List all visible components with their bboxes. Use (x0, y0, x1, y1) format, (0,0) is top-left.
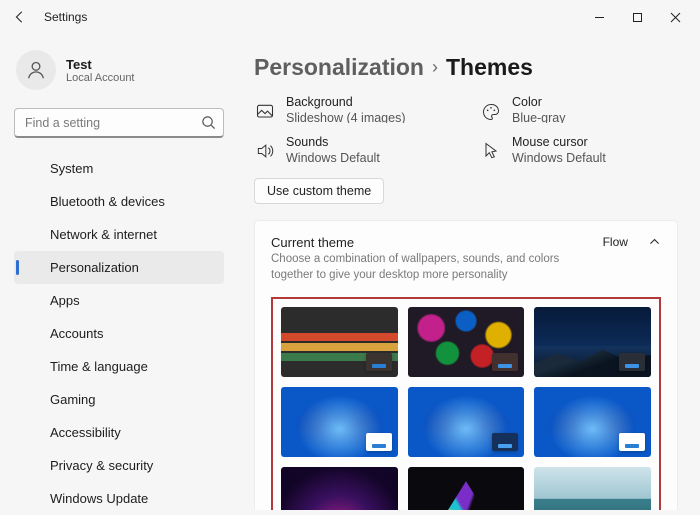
theme-option[interactable] (281, 387, 398, 457)
nav-accounts[interactable]: Accounts (14, 317, 224, 350)
breadcrumb: Personalization › Themes (254, 54, 678, 81)
nav-network[interactable]: Network & internet (14, 218, 224, 251)
theme-option[interactable] (534, 387, 651, 457)
summary-mouse[interactable]: Mouse cursorWindows Default (480, 135, 678, 166)
person-icon (25, 59, 47, 81)
summary-background[interactable]: BackgroundSlideshow (4 images) (254, 95, 452, 123)
theme-grid-highlight (271, 297, 661, 510)
chevron-up-icon (648, 235, 661, 249)
breadcrumb-current: Themes (446, 54, 533, 81)
picture-icon (255, 102, 275, 122)
use-custom-theme-button[interactable]: Use custom theme (254, 178, 384, 204)
palette-icon (481, 102, 501, 122)
theme-option[interactable] (408, 307, 525, 377)
account-sub: Local Account (66, 72, 135, 84)
maximize-icon (632, 12, 643, 23)
account-name: Test (66, 57, 135, 72)
search-icon (201, 115, 216, 130)
nav-bluetooth[interactable]: Bluetooth & devices (14, 185, 224, 218)
main: Personalization › Themes BackgroundSlide… (238, 34, 700, 510)
avatar (16, 50, 56, 90)
nav: System Bluetooth & devices Network & int… (14, 152, 224, 515)
back-button[interactable] (6, 3, 34, 31)
window-title: Settings (44, 10, 87, 24)
theme-option[interactable] (408, 467, 525, 510)
nav-time[interactable]: Time & language (14, 350, 224, 383)
selected-theme-name: Flow (603, 235, 628, 249)
theme-summary: BackgroundSlideshow (4 images) ColorBlue… (254, 95, 678, 166)
summary-sounds[interactable]: SoundsWindows Default (254, 135, 452, 166)
titlebar: Settings (0, 0, 700, 34)
arrow-left-icon (13, 10, 27, 24)
theme-option[interactable] (281, 307, 398, 377)
close-button[interactable] (656, 3, 694, 31)
card-desc: Choose a combination of wallpapers, soun… (271, 252, 589, 283)
card-header[interactable]: Current theme Choose a combination of wa… (271, 235, 661, 283)
theme-option[interactable] (281, 467, 398, 510)
maximize-button[interactable] (618, 3, 656, 31)
theme-option[interactable] (408, 387, 525, 457)
breadcrumb-parent[interactable]: Personalization (254, 54, 424, 81)
search-input[interactable] (14, 108, 224, 138)
theme-option[interactable] (534, 307, 651, 377)
nav-apps[interactable]: Apps (14, 284, 224, 317)
summary-color[interactable]: ColorBlue-gray (480, 95, 678, 123)
minimize-button[interactable] (580, 3, 618, 31)
nav-system[interactable]: System (14, 152, 224, 185)
nav-privacy[interactable]: Privacy & security (14, 449, 224, 482)
breadcrumb-sep: › (432, 57, 438, 78)
sidebar: Test Local Account System Bluetooth & de… (0, 34, 238, 510)
nav-update[interactable]: Windows Update (14, 482, 224, 515)
nav-personalization[interactable]: Personalization (14, 251, 224, 284)
theme-option[interactable] (534, 467, 651, 510)
minimize-icon (594, 12, 605, 23)
window-controls (580, 3, 694, 31)
close-icon (670, 12, 681, 23)
cursor-icon (481, 141, 501, 161)
theme-grid (281, 307, 651, 510)
nav-gaming[interactable]: Gaming (14, 383, 224, 416)
account-block[interactable]: Test Local Account (16, 50, 222, 90)
current-theme-card: Current theme Choose a combination of wa… (254, 220, 678, 510)
nav-accessibility[interactable]: Accessibility (14, 416, 224, 449)
speaker-icon (255, 141, 275, 161)
card-title: Current theme (271, 235, 589, 250)
search-box[interactable] (14, 108, 224, 138)
